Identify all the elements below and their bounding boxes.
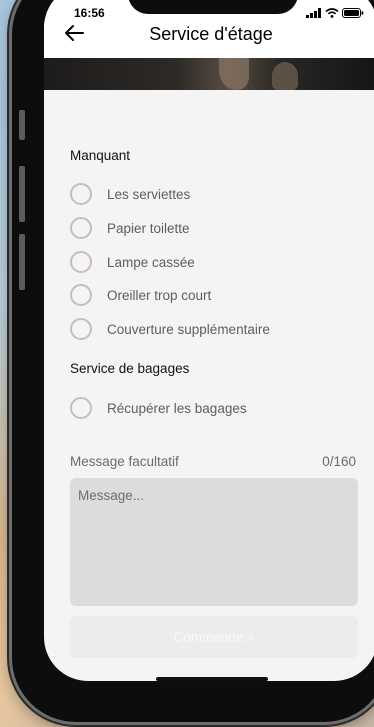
battery-icon	[342, 8, 364, 18]
app-screen: 16:56 Service d'étage Manquant Les servi…	[44, 0, 374, 681]
option-broken-lamp[interactable]: Lampe cassée	[70, 249, 195, 275]
header-banner-image	[44, 58, 374, 90]
wifi-icon	[325, 8, 339, 18]
option-collect-luggage[interactable]: Récupérer les bagages	[70, 395, 247, 421]
back-button[interactable]	[64, 24, 84, 47]
message-label: Message facultatif	[70, 454, 179, 469]
option-pillow[interactable]: Oreiller trop court	[70, 282, 211, 308]
order-button[interactable]: Commande »	[70, 616, 358, 658]
message-input[interactable]	[70, 478, 358, 606]
radio-button[interactable]	[70, 318, 92, 340]
radio-button[interactable]	[70, 284, 92, 306]
arrow-left-icon	[65, 25, 84, 41]
option-extra-blanket[interactable]: Couverture supplémentaire	[70, 316, 270, 342]
character-counter: 0/160	[322, 454, 356, 469]
option-label: Les serviettes	[107, 186, 191, 202]
status-icons	[306, 8, 364, 18]
volume-down-button	[19, 234, 25, 290]
radio-button[interactable]	[70, 217, 92, 239]
radio-button[interactable]	[70, 251, 92, 273]
option-label: Papier toilette	[107, 220, 190, 236]
radio-button[interactable]	[70, 183, 92, 205]
luggage-section-label: Service de bagages	[70, 361, 190, 376]
option-label: Lampe cassée	[107, 254, 195, 270]
home-indicator	[156, 677, 268, 681]
page-title: Service d'étage	[149, 24, 273, 44]
volume-up-button	[19, 166, 25, 222]
mute-switch	[19, 110, 25, 140]
option-toilet-paper[interactable]: Papier toilette	[70, 215, 190, 241]
option-label: Couverture supplémentaire	[107, 321, 270, 337]
option-towels[interactable]: Les serviettes	[70, 181, 190, 207]
signal-icon	[306, 8, 321, 18]
option-label: Récupérer les bagages	[107, 400, 247, 416]
phone-frame: 16:56 Service d'étage Manquant Les servi…	[12, 0, 374, 722]
status-time: 16:56	[74, 6, 105, 20]
missing-section-label: Manquant	[70, 148, 131, 163]
notch	[128, 0, 298, 14]
radio-button[interactable]	[70, 397, 92, 419]
option-label: Oreiller trop court	[107, 287, 212, 303]
